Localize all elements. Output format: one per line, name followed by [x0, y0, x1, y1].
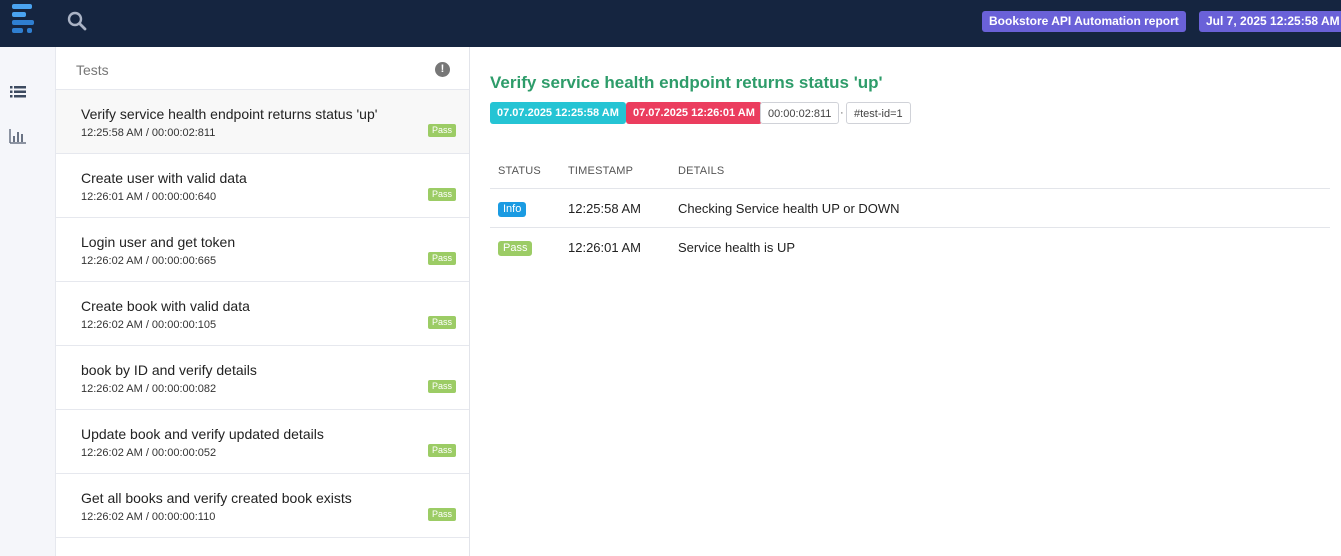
status-badge: Pass — [428, 444, 457, 457]
test-item[interactable]: Create book with valid data 12:26:02 AM … — [56, 282, 469, 346]
test-meta: 12:26:02 AM / 00:00:00:082 — [81, 383, 217, 395]
separator: · — [840, 107, 844, 119]
test-name: Create user with valid data — [81, 170, 247, 186]
test-meta: 12:25:58 AM / 00:00:02:811 — [81, 127, 216, 139]
bar-chart-icon[interactable] — [9, 128, 27, 144]
status-badge: Pass — [428, 508, 457, 521]
tests-panel: Tests ! Verify service health endpoint r… — [56, 47, 470, 556]
test-meta: 12:26:02 AM / 00:00:00:110 — [81, 511, 216, 523]
exclamation-icon[interactable]: ! — [435, 62, 450, 77]
log-row: Pass 12:26:01 AM Service health is UP — [490, 227, 1330, 267]
log-timestamp: 12:25:58 AM — [568, 201, 641, 216]
column-header-details: DETAILS — [678, 165, 725, 177]
status-badge: Pass — [428, 252, 457, 265]
test-name: book by ID and verify details — [81, 362, 257, 378]
end-time-chip: 07.07.2025 12:26:01 AM — [626, 102, 762, 124]
test-item[interactable]: Update book and verify updated details 1… — [56, 410, 469, 474]
log-row: Info 12:25:58 AM Checking Service health… — [490, 188, 1330, 228]
test-meta: 12:26:01 AM / 00:00:00:640 — [81, 191, 217, 203]
test-item[interactable]: Verify service health endpoint returns s… — [56, 90, 469, 154]
test-name: Update book and verify updated details — [81, 426, 324, 442]
status-badge: Pass — [428, 124, 457, 137]
report-date-badge: Jul 7, 2025 12:25:58 AM — [1199, 11, 1341, 32]
status-pill: Pass — [498, 241, 533, 256]
log-details: Checking Service health UP or DOWN — [678, 201, 900, 216]
test-item[interactable]: book by ID and verify details 12:26:02 A… — [56, 346, 469, 410]
column-header-status: STATUS — [498, 165, 541, 177]
log-timestamp: 12:26:01 AM — [568, 240, 641, 255]
tests-header: Tests ! — [56, 47, 469, 90]
start-time-chip: 07.07.2025 12:25:58 AM — [490, 102, 626, 124]
test-item[interactable]: Create user with valid data 12:26:01 AM … — [56, 154, 469, 218]
test-meta: 12:26:02 AM / 00:00:00:105 — [81, 319, 217, 331]
search-icon[interactable] — [67, 11, 87, 31]
extent-logo-icon[interactable] — [10, 4, 36, 36]
test-name: Get all books and verify created book ex… — [81, 490, 352, 506]
test-item[interactable]: Get all books and verify created book ex… — [56, 474, 469, 538]
test-detail-panel: Verify service health endpoint returns s… — [470, 47, 1341, 556]
list-icon[interactable] — [9, 84, 27, 100]
test-meta: 12:26:02 AM / 00:00:00:665 — [81, 255, 217, 267]
status-badge: Pass — [428, 188, 457, 201]
tests-title: Tests — [76, 62, 109, 78]
status-badge: Pass — [428, 316, 457, 329]
nav-rail — [0, 47, 56, 556]
log-details: Service health is UP — [678, 240, 796, 255]
top-bar: Bookstore API Automation report Jul 7, 2… — [0, 0, 1341, 47]
duration-chip: 00:00:02:811 — [760, 102, 840, 124]
status-badge: Pass — [428, 380, 457, 393]
column-header-timestamp: TIMESTAMP — [568, 165, 634, 177]
test-detail-title: Verify service health endpoint returns s… — [490, 73, 883, 92]
test-item[interactable]: Login user and get token 12:26:02 AM / 0… — [56, 218, 469, 282]
test-name: Login user and get token — [81, 234, 236, 250]
status-pill: Info — [498, 202, 527, 217]
test-meta: 12:26:02 AM / 00:00:00:052 — [81, 447, 217, 459]
test-name: Verify service health endpoint returns s… — [81, 106, 378, 122]
test-id-chip: #test-id=1 — [846, 102, 911, 124]
report-name-badge: Bookstore API Automation report — [982, 11, 1186, 32]
test-name: Create book with valid data — [81, 298, 250, 314]
